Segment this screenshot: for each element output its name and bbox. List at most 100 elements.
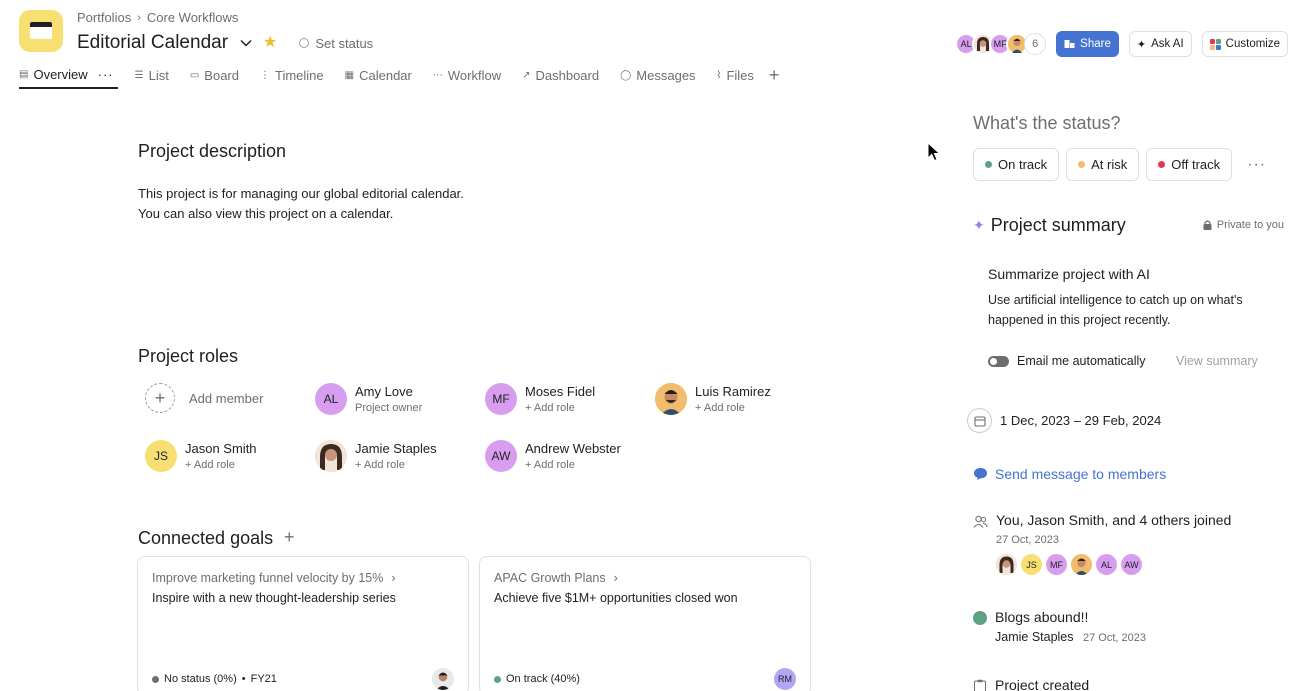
project-summary-heading: Project summary bbox=[990, 215, 1126, 235]
share-label: Share bbox=[1080, 38, 1111, 50]
status-dot-icon bbox=[1158, 161, 1166, 168]
tab-messages[interactable]: ◯ Messages bbox=[620, 64, 695, 89]
member-role[interactable]: + Add role bbox=[185, 459, 257, 471]
ask-ai-button[interactable]: ✦ Ask AI bbox=[1128, 31, 1192, 57]
tab-label: List bbox=[148, 68, 169, 83]
member-name: Jason Smith bbox=[185, 441, 257, 456]
private-badge: Private to you bbox=[1203, 219, 1284, 231]
role-member[interactable]: AW Andrew Webster + Add role bbox=[485, 440, 621, 472]
status-circle-icon bbox=[299, 38, 310, 48]
status-dot-icon bbox=[152, 675, 159, 683]
tab-board[interactable]: ▭ Board bbox=[190, 64, 239, 89]
tab-label: Dashboard bbox=[535, 68, 600, 83]
tab-label: Messages bbox=[636, 68, 696, 83]
toggle-switch[interactable] bbox=[988, 355, 1009, 367]
breadcrumb: Portfolios › Core Workflows bbox=[77, 10, 238, 25]
role-member[interactable]: MF Moses Fidel + Add role bbox=[485, 383, 595, 415]
overview-icon: ▤ bbox=[19, 69, 29, 80]
more-icon[interactable]: ··· bbox=[1247, 156, 1266, 174]
tab-list[interactable]: ☰ List bbox=[135, 64, 169, 89]
add-goal-icon[interactable]: + bbox=[284, 527, 295, 548]
clipboard-icon bbox=[974, 679, 986, 691]
avatar bbox=[315, 440, 347, 472]
connected-goals-heading: Connected goals bbox=[138, 528, 274, 548]
goal-status-label: No status (0%) bbox=[164, 673, 237, 685]
email-auto-toggle[interactable]: Email me automatically bbox=[988, 354, 1146, 368]
goal-title: Inspire with a new thought-leadership se… bbox=[152, 591, 396, 605]
dashboard-icon: ↗ bbox=[522, 70, 531, 81]
member-role[interactable]: + Add role bbox=[525, 402, 595, 414]
date-range: 1 Dec, 2023 – 29 Feb, 2024 bbox=[1000, 413, 1162, 428]
tab-calendar[interactable]: ▦ Calendar bbox=[345, 64, 412, 89]
tab-workflow[interactable]: ⋯ Workflow bbox=[433, 64, 501, 89]
member-role[interactable]: + Add role bbox=[695, 402, 771, 414]
people-icon bbox=[973, 515, 988, 528]
status-dot-icon bbox=[494, 675, 501, 683]
share-icon bbox=[1064, 40, 1075, 48]
project-app-icon[interactable] bbox=[19, 10, 63, 52]
project-description-text[interactable]: This project is for managing our global … bbox=[138, 184, 464, 224]
activity-title: Project created bbox=[995, 677, 1090, 691]
goal-parent-link[interactable]: Improve marketing funnel velocity by 15%… bbox=[152, 571, 396, 585]
avatar: AW bbox=[1121, 554, 1142, 575]
board-icon: ▭ bbox=[189, 70, 200, 81]
chevron-down-icon[interactable] bbox=[239, 36, 253, 50]
add-tab-icon[interactable]: + bbox=[769, 64, 780, 89]
member-role[interactable]: + Add role bbox=[355, 459, 437, 471]
send-message-button[interactable]: Send message to members bbox=[973, 466, 1166, 482]
role-member[interactable]: AL Amy Love Project owner bbox=[315, 383, 422, 415]
status-question: What's the status? bbox=[973, 113, 1121, 133]
share-button[interactable]: Share bbox=[1056, 31, 1119, 57]
status-on-track-button[interactable]: On track bbox=[973, 148, 1060, 181]
status-label: Off track bbox=[1171, 157, 1221, 172]
goal-card[interactable]: Improve marketing funnel velocity by 15%… bbox=[137, 556, 469, 691]
project-dates[interactable]: 1 Dec, 2023 – 29 Feb, 2024 bbox=[967, 408, 1161, 433]
activity-project-created: Project created bbox=[973, 677, 1089, 691]
breadcrumb-core-workflows[interactable]: Core Workflows bbox=[147, 10, 239, 25]
calendar-icon: ▦ bbox=[344, 70, 355, 81]
workflow-icon: ⋯ bbox=[432, 70, 443, 81]
goal-owner-avatar: RM bbox=[774, 668, 796, 690]
member-role[interactable]: Project owner bbox=[355, 402, 422, 414]
goal-status: No status (0%) • FY21 bbox=[152, 673, 277, 685]
chevron-right-icon: › bbox=[391, 571, 396, 585]
more-icon[interactable]: ··· bbox=[98, 67, 114, 82]
status-label: At risk bbox=[1091, 157, 1128, 172]
activity-author: Jamie Staples bbox=[995, 630, 1074, 644]
role-member[interactable]: JS Jason Smith + Add role bbox=[145, 440, 257, 472]
member-avatar-stack[interactable]: AL MF 6 bbox=[955, 33, 1047, 55]
tab-files[interactable]: ⌇ Files bbox=[717, 64, 754, 89]
goal-parent-link[interactable]: APAC Growth Plans › bbox=[494, 571, 618, 585]
status-options: On track At risk Off track ··· bbox=[973, 148, 1266, 181]
tab-label: Overview bbox=[33, 67, 88, 82]
add-member-button[interactable]: + Add member bbox=[145, 383, 263, 413]
goal-title: Achieve five $1M+ opportunities closed w… bbox=[494, 591, 738, 605]
description-line: This project is for managing our global … bbox=[138, 186, 464, 201]
files-icon: ⌇ bbox=[716, 70, 722, 81]
calendar-icon bbox=[967, 408, 992, 433]
set-status-button[interactable]: Set status bbox=[299, 36, 373, 51]
activity-status-update[interactable]: Blogs abound!! Jamie Staples 27 Oct, 202… bbox=[973, 609, 1146, 644]
view-summary-button[interactable]: View summary bbox=[1176, 354, 1258, 368]
member-name: Moses Fidel bbox=[525, 384, 596, 399]
tab-overview[interactable]: ▤ Overview ··· bbox=[19, 64, 118, 89]
set-status-label: Set status bbox=[315, 35, 374, 51]
status-off-track-button[interactable]: Off track bbox=[1146, 148, 1233, 181]
tab-label: Timeline bbox=[275, 68, 324, 83]
tab-timeline[interactable]: ⋮ Timeline bbox=[260, 64, 324, 89]
project-roles-heading: Project roles bbox=[138, 346, 239, 366]
page-title[interactable]: Editorial Calendar bbox=[77, 32, 228, 54]
tab-label: Board bbox=[204, 68, 239, 83]
role-member[interactable]: Jamie Staples + Add role bbox=[315, 440, 437, 472]
breadcrumb-portfolios[interactable]: Portfolios bbox=[77, 10, 131, 25]
list-icon: ☰ bbox=[134, 70, 144, 81]
customize-button[interactable]: Customize bbox=[1201, 31, 1288, 57]
goal-status: On track (40%) bbox=[494, 673, 580, 685]
member-role[interactable]: + Add role bbox=[525, 459, 621, 471]
status-at-risk-button[interactable]: At risk bbox=[1066, 148, 1140, 181]
star-icon[interactable]: ★ bbox=[263, 35, 277, 51]
role-member[interactable]: Luis Ramirez + Add role bbox=[655, 383, 771, 415]
goal-card[interactable]: APAC Growth Plans › Achieve five $1M+ op… bbox=[479, 556, 811, 691]
tab-dashboard[interactable]: ↗ Dashboard bbox=[522, 64, 599, 89]
status-dot-icon bbox=[985, 161, 992, 168]
